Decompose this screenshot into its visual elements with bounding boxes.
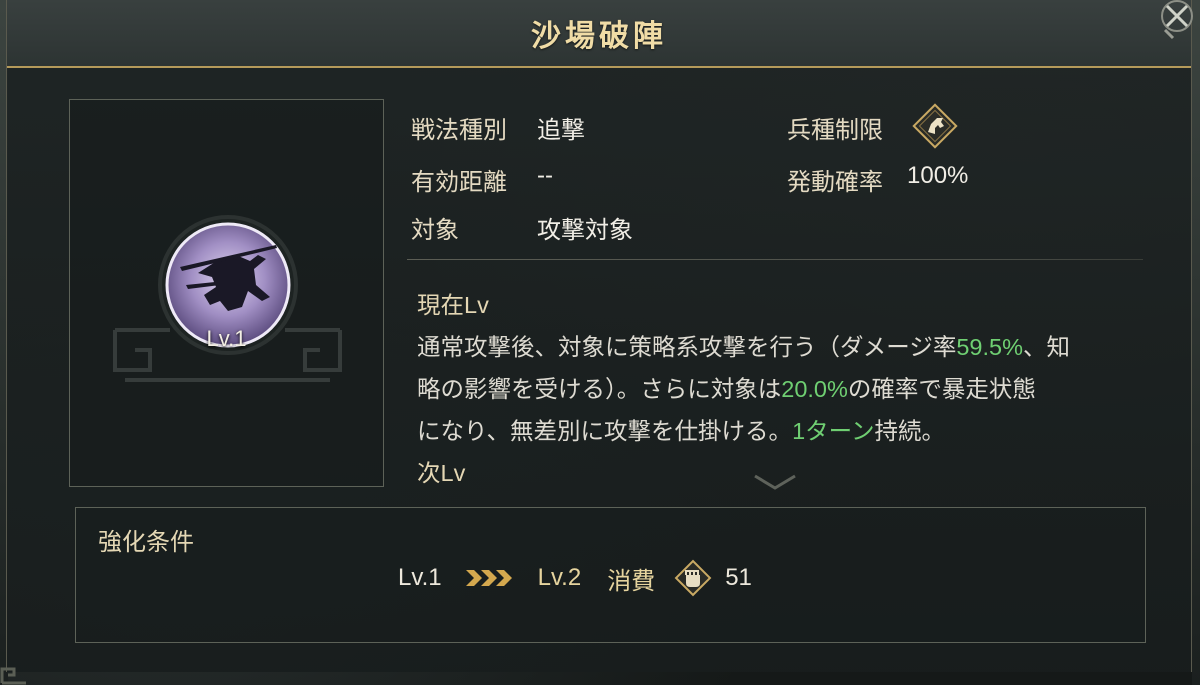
skill-type-value: 追撃 xyxy=(537,117,585,144)
title-bar: 沙場破陣 xyxy=(7,0,1191,68)
corner-ornament xyxy=(0,667,26,685)
target-label: 対象 xyxy=(411,217,459,244)
description-line-1: 通常攻撃後、対象に策略系攻撃を行う（ダメージ率59.5%、知 xyxy=(417,334,1070,360)
to-level: Lv.2 xyxy=(537,564,582,591)
duration-value: 1ターン xyxy=(792,418,875,444)
current-level-heading: 現在Lv xyxy=(417,292,489,318)
enhance-title: 強化条件 xyxy=(98,529,194,556)
info-divider xyxy=(407,259,1143,260)
chance-value: 20.0% xyxy=(781,376,848,402)
range-label: 有効距離 xyxy=(411,169,507,196)
description-line-2: 略の影響を受ける）。さらに対象は20.0%の確率で暴走状態 xyxy=(417,376,1036,402)
enhance-conditions-box: 強化条件 Lv.1 Lv.2 消費 51 xyxy=(75,507,1146,643)
target-value: 攻撃対象 xyxy=(537,217,633,244)
range-value: -- xyxy=(537,162,553,189)
close-button[interactable] xyxy=(1153,0,1193,46)
arrow-right-icon xyxy=(465,568,514,588)
damage-rate-value: 59.5% xyxy=(956,334,1023,360)
unit-restriction-label: 兵種制限 xyxy=(787,117,883,144)
from-level: Lv.1 xyxy=(398,564,442,591)
description-line-3: になり、無差別に攻撃を仕掛ける。1ターン持続。 xyxy=(417,418,945,444)
page-title: 沙場破陣 xyxy=(531,19,667,54)
trigger-rate-value: 100% xyxy=(907,162,969,189)
chevron-down-icon[interactable] xyxy=(753,474,797,492)
cost-label: 消費 xyxy=(607,567,656,595)
fist-token-icon xyxy=(674,559,712,597)
horse-cavalry-icon[interactable] xyxy=(911,102,959,150)
skill-image-frame: Lv.1 xyxy=(69,99,384,487)
trigger-rate-label: 発動確率 xyxy=(787,169,883,196)
skill-detail-panel: 沙場破陣 Lv.1 戦法種別 追撃 有効距離 -- 対象 攻撃対象 兵種制限 発… xyxy=(6,0,1193,672)
background-edge-right xyxy=(1192,0,1200,685)
skill-description[interactable]: 現在Lv 通常攻撃後、対象に策略系攻撃を行う（ダメージ率59.5%、知 略の影響… xyxy=(417,284,1147,494)
skill-type-label: 戦法種別 xyxy=(411,117,507,144)
enhance-cost-row: Lv.1 Lv.2 消費 51 xyxy=(398,559,752,597)
cost-value: 51 xyxy=(725,564,752,591)
skill-level-label: Lv.1 xyxy=(206,326,247,351)
close-icon xyxy=(1161,0,1193,40)
